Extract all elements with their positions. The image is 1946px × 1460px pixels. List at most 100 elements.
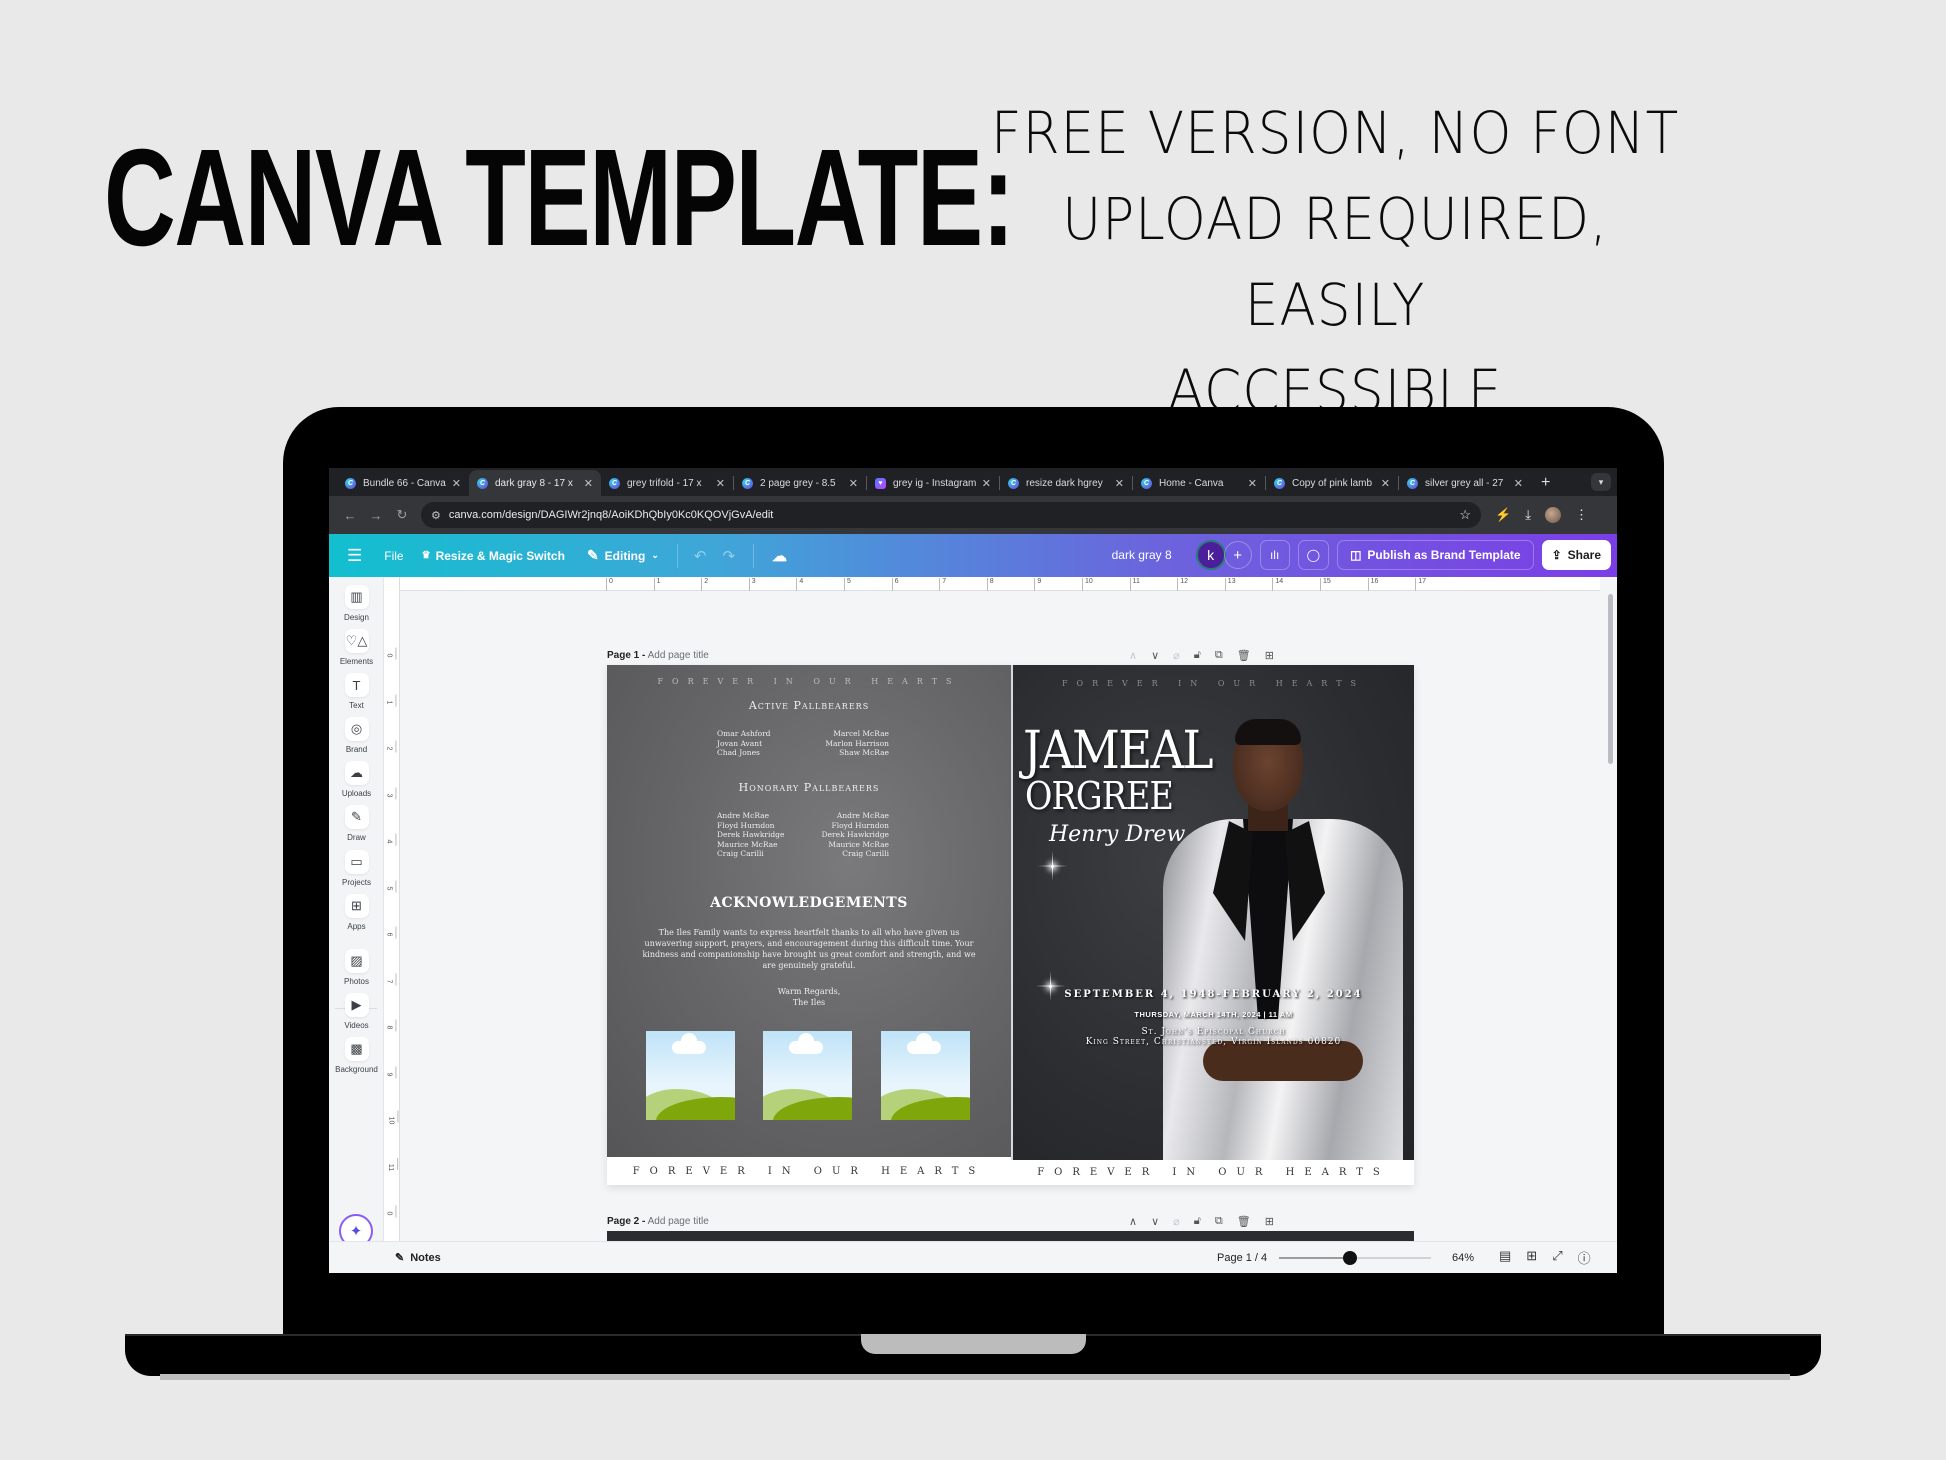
browser-tab[interactable]: Cresize dark hgrey ✕ (1000, 470, 1132, 496)
extension-icon[interactable]: ⚡ (1495, 507, 1511, 523)
zoom-slider-thumb[interactable] (1343, 1251, 1358, 1265)
browser-tab[interactable]: Csilver grey all - 27 ✕ (1399, 470, 1531, 496)
redo-button[interactable]: ↷ (722, 547, 735, 565)
canva-icon: C (742, 477, 753, 489)
page-1-title-placeholder[interactable]: Add page title (648, 650, 709, 661)
ruler-tick-label: 15 (1320, 578, 1331, 591)
duplicate-page-icon[interactable]: ⧉ (1215, 1215, 1223, 1228)
sidebar-item-design[interactable]: ▥ Design (329, 585, 384, 622)
browser-tab[interactable]: ♥ grey ig - Instagram ✕ (867, 470, 999, 496)
sidebar-item-apps[interactable]: ⊞ Apps (329, 894, 384, 931)
active-pallbearers-heading: Active Pallbearers (748, 699, 870, 712)
move-down-icon[interactable]: ∨ (1151, 1215, 1159, 1228)
hide-page-icon[interactable]: ⌀ (1173, 649, 1180, 662)
close-tab-icon[interactable]: ✕ (1381, 477, 1390, 490)
pallbearer-name: Derek Hawkridge (821, 830, 889, 839)
photo-placeholder-1[interactable] (646, 1031, 735, 1120)
close-tab-icon[interactable]: ✕ (716, 477, 725, 490)
profile-avatar[interactable] (1544, 507, 1561, 523)
laptop-screen: C Bundle 66 - Canva ✕ Cdark gray 8 - 17 x ✕ C… (329, 468, 1617, 1273)
program-cover-panel[interactable]: FOREVER IN OUR HEARTS JAMEAL ORGREE Henr… (1013, 665, 1414, 1160)
photo-placeholder-2[interactable] (763, 1031, 852, 1120)
browser-tab[interactable]: C Bundle 66 - Canva ✕ (337, 470, 469, 496)
sidebar-item-photos[interactable]: ▨ Photos (329, 949, 384, 986)
browser-menu-icon[interactable]: ⋮ (1575, 507, 1588, 523)
sidebar-item-brand[interactable]: ◎ Brand (329, 717, 384, 754)
add-page-icon[interactable]: ⊞ (1265, 649, 1274, 662)
sidebar-item-elements[interactable]: ♡△ Elements (329, 629, 384, 666)
close-tab-icon[interactable]: ✕ (452, 477, 461, 490)
browser-tab[interactable]: C 2 page grey - 8.5 ✕ (734, 470, 866, 496)
browser-tab[interactable]: Cdark gray 8 - 17 x ✕ (469, 470, 601, 496)
page-counter[interactable]: Page 1 / 4 (1217, 1252, 1267, 1264)
forward-button[interactable]: → (363, 508, 389, 523)
move-down-icon[interactable]: ∨ (1151, 649, 1159, 662)
sidebar-item-background[interactable]: ▩ Background (329, 1037, 384, 1074)
photos-icon: ▨ (344, 949, 369, 973)
crown-icon: ♛ (421, 550, 431, 561)
close-tab-icon[interactable]: ✕ (982, 477, 991, 490)
sidebar-item-text[interactable]: T Text (329, 673, 384, 710)
sidebar-item-uploads[interactable]: ☁ Uploads (329, 761, 384, 798)
user-avatar[interactable]: k (1195, 540, 1226, 570)
delete-page-icon[interactable]: 🗑︎ (1237, 649, 1251, 662)
move-up-icon[interactable]: ∧ (1129, 1215, 1137, 1228)
publish-brand-template-button[interactable]: ◫ Publish as Brand Template (1337, 540, 1534, 570)
undo-button[interactable]: ↶ (694, 547, 707, 565)
page-1-canvas[interactable]: FOREVER IN OUR HEARTS Active Pallbearers… (607, 665, 1414, 1185)
page-2-label[interactable]: Page 2 - Add page title (607, 1216, 709, 1227)
add-page-icon[interactable]: ⊞ (1265, 1215, 1274, 1228)
delete-page-icon[interactable]: 🗑︎ (1237, 1215, 1251, 1228)
ruler-tick-label: 7 (385, 979, 393, 983)
close-tab-icon[interactable]: ✕ (1514, 477, 1523, 490)
insights-button[interactable]: ılı (1259, 540, 1290, 570)
page-2-title-placeholder[interactable]: Add page title (648, 1216, 709, 1227)
editing-mode-dropdown[interactable]: ✎ Editing ⌄ (587, 547, 659, 564)
sidebar-item-videos[interactable]: ▶ Videos (329, 993, 384, 1030)
comments-button[interactable]: ◯ (1297, 540, 1330, 570)
close-tab-icon[interactable]: ✕ (1248, 477, 1257, 490)
browser-tab[interactable]: C Home - Canva ✕ (1133, 470, 1265, 496)
page-1-label[interactable]: Page 1 - Add page title (607, 650, 709, 661)
url-input[interactable]: ⚙ canva.com/design/DAGIWr2jnq8/AoiKDhQbI… (421, 502, 1481, 528)
add-collaborator-button[interactable]: + (1223, 541, 1252, 569)
fullscreen-icon[interactable]: ⤢ (1552, 1248, 1562, 1267)
tab-search-dropdown[interactable]: ▾ (1591, 473, 1611, 491)
reload-button[interactable]: ↻ (389, 507, 415, 523)
move-up-icon[interactable]: ∧ (1129, 649, 1137, 662)
zoom-percentage[interactable]: 64% (1452, 1252, 1474, 1264)
photo-placeholder-3[interactable] (881, 1031, 970, 1120)
browser-tab[interactable]: Cgrey trifold - 17 x ✕ (601, 470, 733, 496)
new-tab-button[interactable]: + (1531, 474, 1560, 496)
thumbnail-view-icon[interactable]: ▤ (1499, 1248, 1511, 1267)
main-menu-button[interactable]: ☰ (347, 546, 362, 566)
close-tab-icon[interactable]: ✕ (849, 477, 858, 490)
lock-icon[interactable]: 🔓︎ (1194, 649, 1201, 662)
cloud-saved-icon[interactable]: ☁ (772, 547, 787, 565)
hide-page-icon[interactable]: ⌀ (1173, 1215, 1180, 1228)
close-tab-icon[interactable]: ✕ (1115, 477, 1124, 490)
back-button[interactable]: ← (337, 508, 363, 523)
bookmark-star-icon[interactable]: ☆ (1459, 507, 1471, 523)
document-title[interactable]: dark gray 8 (1112, 548, 1172, 562)
sidebar-item-projects[interactable]: ▭ Projects (329, 850, 384, 887)
notes-button[interactable]: ✎ Notes (395, 1251, 441, 1265)
sparkle-decoration (1051, 851, 1054, 881)
file-menu[interactable]: File (384, 549, 403, 563)
help-icon[interactable]: ⓘ (1578, 1248, 1591, 1267)
resize-magic-switch-button[interactable]: ♛ Resize & Magic Switch (422, 549, 565, 563)
share-button[interactable]: ⇪ Share (1541, 540, 1611, 570)
download-icon[interactable]: ⤓ (1525, 507, 1531, 523)
duplicate-page-icon[interactable]: ⧉ (1215, 649, 1223, 662)
sidebar-item-draw[interactable]: ✎ Draw (329, 805, 384, 842)
program-inside-left-panel[interactable]: FOREVER IN OUR HEARTS Active Pallbearers… (607, 665, 1011, 1157)
portrait-photo[interactable] (1143, 719, 1414, 1160)
lock-icon[interactable]: 🔓︎ (1194, 1215, 1201, 1228)
browser-tab[interactable]: C Copy of pink lamb ✕ (1266, 470, 1398, 496)
ruler-tick-label: 9 (1034, 578, 1042, 591)
canvas-scrollbar[interactable] (1608, 594, 1613, 764)
grid-view-icon[interactable]: ⊞ (1526, 1248, 1537, 1267)
zoom-slider[interactable] (1279, 1251, 1431, 1265)
site-settings-icon[interactable]: ⚙ (431, 509, 441, 522)
close-tab-icon[interactable]: ✕ (584, 477, 593, 490)
